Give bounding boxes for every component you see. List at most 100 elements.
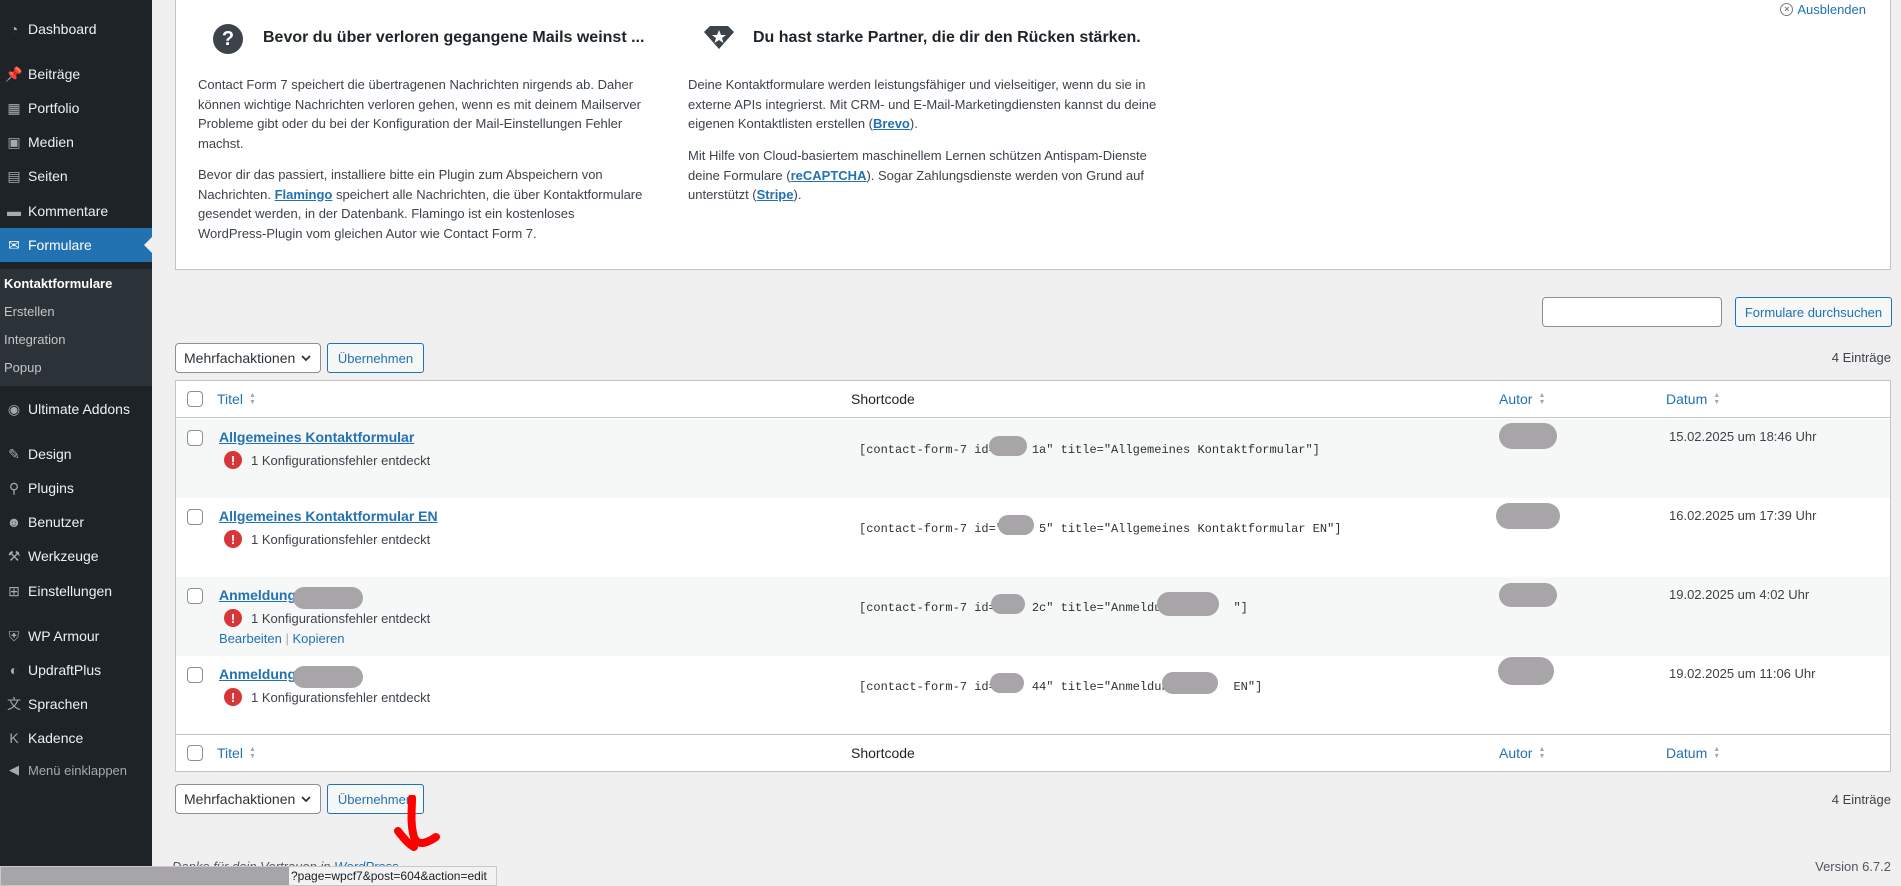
row-actions: Bearbeiten | Kopieren <box>219 631 345 646</box>
sidebar-item-updraftplus[interactable]: ◐ UpdraftPlus <box>0 653 152 687</box>
shortcode-text[interactable]: [contact-form-7 id="5 5" title="Allgemei… <box>859 522 1341 536</box>
sidebar-item-label: Benutzer <box>28 514 85 530</box>
pushpin-icon: 📌 <box>5 65 23 82</box>
copy-link[interactable]: Kopieren <box>293 631 345 646</box>
recaptcha-link[interactable]: reCAPTCHA <box>791 168 867 183</box>
table-footer: Titel ▲ ▼ Shortcode Autor ▲ ▼ Datum ▲ ▼ <box>176 734 1890 771</box>
row-checkbox[interactable] <box>187 588 203 604</box>
column-date-header[interactable]: Datum ▲ ▼ <box>1666 391 1720 407</box>
sidebar-item-label: Dashboard <box>28 21 97 37</box>
column-date-header[interactable]: Datum ▲ ▼ <box>1666 745 1720 761</box>
wrench-icon: ⚒ <box>7 547 21 564</box>
submenu-item-kontaktformulare[interactable]: Kontaktformulare <box>4 276 112 291</box>
mail-icon: ✉ <box>8 236 20 253</box>
sort-icon: ▲ ▼ <box>1538 392 1546 406</box>
sort-icon: ▲ ▼ <box>1538 746 1546 760</box>
item-count-bottom: 4 Einträge <box>1831 792 1891 807</box>
sidebar-item-sprachen[interactable]: 文 Sprachen <box>0 687 152 721</box>
table-row: Allgemeines Kontaktformular EN ! 1 Konfig… <box>176 498 1890 577</box>
column-author-header[interactable]: Autor ▲ ▼ <box>1499 391 1545 407</box>
table-header: Titel ▲ ▼ Shortcode Autor ▲ ▼ Datum ▲ ▼ <box>176 381 1890 418</box>
stripe-link[interactable]: Stripe <box>757 187 794 202</box>
redaction-blur <box>991 594 1025 614</box>
sidebar-item-portfolio[interactable]: ▦ Portfolio <box>0 91 152 125</box>
form-title-link[interactable]: Allgemeines Kontaktformular <box>219 429 414 445</box>
badge-icon <box>704 26 734 49</box>
sidebar-item-werkzeuge[interactable]: ⚒ Werkzeuge <box>0 539 152 573</box>
brevo-link[interactable]: Brevo <box>873 116 910 131</box>
date-cell: 19.02.2025 um 11:06 Uhr <box>1669 666 1816 681</box>
sort-icon: ▲ ▼ <box>1713 746 1721 760</box>
welcome-paragraph: Bevor dir das passiert, installiere bitt… <box>198 167 643 241</box>
sidebar-item-design[interactable]: ✎ Design <box>0 437 152 471</box>
error-icon: ! <box>224 530 242 548</box>
admin-sidebar: ◔ Dashboard 📌 Beiträge ▦ Portfolio ▣ Medien ▤ Sei… <box>0 0 152 886</box>
pages-icon: ▤ <box>7 167 21 184</box>
sidebar-item-ultimate-addons[interactable]: ◉ Ultimate Addons <box>0 392 152 426</box>
column-shortcode-header: Shortcode <box>851 391 915 407</box>
formulare-submenu: Kontaktformulare Erstellen Integration P… <box>0 269 152 386</box>
chevron-down-icon <box>301 796 311 803</box>
sidebar-item-kadence[interactable]: K Kadence <box>0 721 152 755</box>
welcome-paragraph: Deine Kontaktformulare werden leistungsf… <box>688 77 1157 131</box>
author-avatar-redacted <box>1499 583 1557 607</box>
table-row: Anmeldung ! 1 Konfigurationsfehler entdec… <box>176 577 1890 656</box>
sidebar-item-label: UpdraftPlus <box>28 662 102 678</box>
sidebar-item-wp-armour[interactable]: ⛨ WP Armour <box>0 619 152 653</box>
sidebar-item-label: Ultimate Addons <box>28 401 130 417</box>
column-author-header[interactable]: Autor ▲ ▼ <box>1499 745 1545 761</box>
dismiss-label: Ausblenden <box>1797 2 1866 17</box>
submenu-item-erstellen[interactable]: Erstellen <box>4 304 55 319</box>
sidebar-item-formulare[interactable]: ✉ Formulare <box>0 228 152 262</box>
row-checkbox[interactable] <box>187 667 203 683</box>
sidebar-item-label: Sprachen <box>28 696 88 712</box>
submenu-item-popup[interactable]: Popup <box>4 360 42 375</box>
redaction-blur <box>1 867 289 885</box>
forms-table: Titel ▲ ▼ Shortcode Autor ▲ ▼ Datum ▲ ▼ Allgem… <box>175 380 1891 772</box>
sidebar-item-label: Portfolio <box>28 100 80 116</box>
sidebar-item-label: Kommentare <box>28 203 109 219</box>
dismiss-button[interactable]: × Ausblenden <box>1780 2 1866 17</box>
sidebar-item-einstellungen[interactable]: ⊞ Einstellungen <box>0 574 152 608</box>
row-checkbox[interactable] <box>187 509 203 525</box>
welcome-column-title: Bevor du über verloren gegangene Mails w… <box>263 29 645 46</box>
column-title-header[interactable]: Titel ▲ ▼ <box>217 745 256 761</box>
table-row: Anmeldung EN ! 1 Konfigurationsfehler ent… <box>176 656 1890 735</box>
submenu-item-integration[interactable]: Integration <box>4 332 65 347</box>
form-title-link[interactable]: Allgemeines Kontaktformular EN <box>219 508 438 524</box>
flamingo-link[interactable]: Flamingo <box>275 187 333 202</box>
redaction-blur <box>989 436 1027 456</box>
select-all-checkbox[interactable] <box>187 391 203 407</box>
redaction-blur <box>1157 592 1219 616</box>
sidebar-item-dashboard[interactable]: ◔ Dashboard <box>0 12 152 46</box>
redaction-blur <box>1162 672 1218 694</box>
dashboard-icon: ◔ <box>9 21 19 37</box>
sidebar-item-plugins[interactable]: ⚲ Plugins <box>0 471 152 505</box>
author-avatar-redacted <box>1496 503 1560 529</box>
row-checkbox[interactable] <box>187 430 203 446</box>
form-title-link[interactable]: Anmeldung <box>219 587 296 603</box>
sidebar-item-beiträge[interactable]: 📌 Beiträge <box>0 57 152 91</box>
status-url: ?page=wpcf7&post=604&action=edit <box>291 869 487 883</box>
sidebar-item-kommentare[interactable]: ▬ Kommentare <box>0 194 152 228</box>
column-title-header[interactable]: Titel ▲ ▼ <box>217 391 256 407</box>
search-forms-button[interactable]: Formulare durchsuchen <box>1735 297 1892 327</box>
welcome-paragraph: Contact Form 7 speichert die übertragene… <box>198 77 641 151</box>
bulk-actions-select[interactable]: Mehrfachaktionen <box>175 343 321 373</box>
shortcode-text[interactable]: [contact-form-7 id=" 1a" title="Allgemei… <box>859 443 1320 457</box>
bulk-actions-select-bottom[interactable]: Mehrfachaktionen <box>175 784 321 814</box>
chevron-down-icon <box>301 355 311 362</box>
sort-icon: ▲ ▼ <box>248 746 256 760</box>
sidebar-item-medien[interactable]: ▣ Medien <box>0 125 152 159</box>
search-input[interactable] <box>1542 297 1722 327</box>
welcome-panel: × Ausblenden ? Bevor du über verloren ge… <box>175 0 1891 270</box>
collapse-menu-button[interactable]: ◀ Menü einklappen <box>0 753 152 787</box>
sidebar-item-seiten[interactable]: ▤ Seiten <box>0 159 152 193</box>
version-text: Version 6.7.2 <box>1815 859 1891 874</box>
sidebar-item-label: Formulare <box>28 237 92 253</box>
sidebar-item-benutzer[interactable]: ☻ Benutzer <box>0 505 152 539</box>
edit-link[interactable]: Bearbeiten <box>219 631 282 646</box>
apply-button[interactable]: Übernehmen <box>327 343 424 373</box>
select-all-checkbox[interactable] <box>187 745 203 761</box>
sidebar-item-label: WP Armour <box>28 628 100 644</box>
